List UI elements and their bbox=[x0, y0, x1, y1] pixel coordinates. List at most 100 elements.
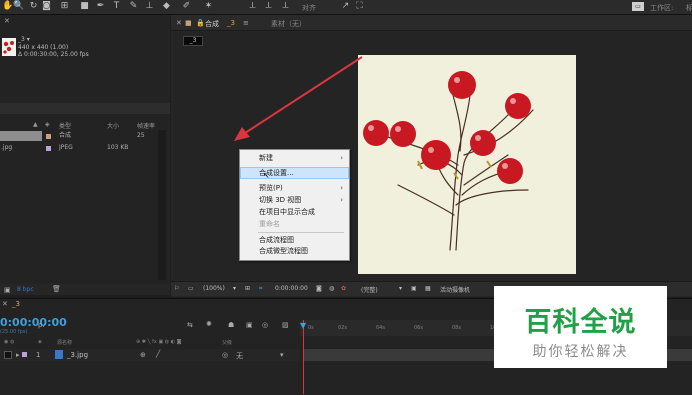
camera-tool-icon[interactable]: ◙ bbox=[42, 2, 51, 11]
timeline-tab-name[interactable]: _3 bbox=[12, 300, 20, 308]
project-row-composition[interactable]: 合成 25 ⛬ bbox=[0, 131, 170, 141]
menu-item-reveal-in-project[interactable]: 在项目中显示合成 bbox=[241, 207, 348, 217]
parent-header[interactable]: 父级 bbox=[222, 339, 232, 346]
transparency-grid-icon[interactable]: ▦ bbox=[425, 285, 431, 292]
menu-item-new[interactable]: 新建 › bbox=[241, 153, 348, 163]
label-column-icon[interactable]: ◈ bbox=[38, 339, 42, 345]
menu-item-switch-3d-view[interactable]: 切换 3D 视图 › bbox=[241, 195, 348, 205]
interpret-footage-icon[interactable]: ▣ bbox=[4, 286, 11, 294]
expand-layer-icon[interactable]: ▸ bbox=[16, 351, 20, 359]
layer-switches-icon[interactable]: ⊕ ✱ ╲ fx ▣ ◍ ◐ ◙ bbox=[136, 339, 182, 345]
camera-dropdown[interactable]: 活动摄像机 bbox=[440, 285, 470, 294]
tab-composition-name[interactable]: _3 bbox=[227, 19, 235, 27]
project-panel-close-icon[interactable]: ✕ bbox=[4, 17, 10, 25]
keyboard-icon[interactable]: ▭ bbox=[632, 2, 644, 11]
quality-switch-icon[interactable]: ╱ bbox=[156, 350, 160, 358]
menu-item-preview[interactable]: 预览(P) › bbox=[241, 183, 348, 193]
brush-tool-icon[interactable]: ✎ bbox=[129, 2, 138, 11]
draft-3d-icon[interactable]: ✺ bbox=[206, 320, 212, 328]
trash-icon[interactable]: 🗑 bbox=[52, 285, 61, 293]
tab-composition-prefix[interactable]: 合成 bbox=[205, 19, 219, 29]
lock-icon[interactable]: 🔒 bbox=[196, 19, 205, 27]
source-name-header[interactable]: 源名称 bbox=[57, 339, 72, 346]
motion-blur-icon[interactable]: ◎ bbox=[262, 321, 268, 329]
roto-brush-tool-icon[interactable]: ✐ bbox=[182, 2, 191, 11]
bpc-label[interactable]: 8 bpc bbox=[17, 286, 34, 293]
zoom-tool-icon[interactable]: 🔍 bbox=[13, 2, 24, 11]
eraser-tool-icon[interactable]: ◆ bbox=[162, 2, 171, 11]
pen-tool-icon[interactable]: ✒ bbox=[96, 2, 105, 11]
tab-menu-icon[interactable]: ≡ bbox=[243, 19, 249, 27]
channel-icon[interactable]: ✿ bbox=[341, 285, 346, 292]
shy-layers-icon[interactable]: ☗ bbox=[228, 321, 234, 329]
align-label[interactable]: 对齐 bbox=[302, 3, 316, 13]
menu-item-composition-settings[interactable]: 合成设置... ↖ bbox=[240, 167, 349, 180]
graph-editor-icon[interactable]: ▨ bbox=[282, 321, 289, 329]
view-axis-icon[interactable]: ⟂ bbox=[281, 2, 290, 11]
expand-icon[interactable]: ⛶ bbox=[355, 2, 364, 11]
parent-value[interactable]: 无 bbox=[236, 351, 243, 361]
label-swatch[interactable] bbox=[46, 134, 51, 139]
playhead-handle-icon[interactable]: ▼ bbox=[300, 321, 306, 330]
viewer-timecode[interactable]: 0:00:00:00 bbox=[275, 285, 308, 292]
clone-stamp-tool-icon[interactable]: ⊥ bbox=[145, 2, 154, 11]
menu-item-flowchart[interactable]: 合成流程图 bbox=[241, 235, 348, 245]
snap-icon[interactable]: ↗ bbox=[341, 2, 350, 11]
pickwhip-icon[interactable]: ◎ bbox=[222, 351, 228, 359]
label-tag-icon[interactable]: ◈ bbox=[45, 121, 50, 128]
project-item-thumbnail bbox=[2, 38, 16, 56]
tab-footage[interactable]: 素材（无） bbox=[271, 19, 306, 29]
project-search-input[interactable] bbox=[0, 103, 170, 114]
header-type[interactable]: 类型 bbox=[59, 121, 71, 130]
sort-arrow-icon[interactable]: ▲ bbox=[33, 121, 38, 128]
project-scrollbar[interactable] bbox=[158, 130, 166, 280]
mouse-cursor-icon: ↖ bbox=[263, 171, 270, 180]
menu-item-label: 合成流程图 bbox=[259, 236, 294, 244]
workspace-value[interactable]: 标 bbox=[686, 3, 692, 13]
comp-breadcrumb[interactable]: _3 bbox=[183, 36, 203, 46]
layer-name[interactable]: _3.jpg bbox=[67, 351, 88, 359]
row-size: 103 KB bbox=[107, 144, 129, 151]
local-axis-icon[interactable]: ⟂ bbox=[248, 2, 257, 11]
region-of-interest-icon[interactable]: ⌗ bbox=[259, 285, 262, 293]
playhead[interactable] bbox=[303, 320, 304, 394]
text-tool-icon[interactable]: T bbox=[112, 2, 121, 11]
menu-item-label: 新建 bbox=[259, 154, 273, 162]
chevron-down-icon[interactable]: ▾ bbox=[399, 285, 402, 292]
av-switches-icon[interactable]: ◉ ◍ bbox=[4, 339, 14, 345]
resolution-dropdown[interactable]: (完整) bbox=[361, 285, 378, 294]
collapse-switch-icon[interactable]: ⊕ bbox=[140, 351, 146, 359]
comp-color-icon: ■ bbox=[185, 19, 192, 27]
chevron-down-icon[interactable]: ▾ bbox=[233, 285, 236, 292]
header-size[interactable]: 大小 bbox=[107, 121, 119, 130]
timeline-close-icon[interactable]: ✕ bbox=[2, 300, 8, 308]
label-swatch[interactable] bbox=[22, 352, 27, 357]
fast-preview-icon[interactable]: ▣ bbox=[411, 285, 417, 292]
project-row-jpeg[interactable]: .jpg JPEG 103 KB bbox=[0, 143, 170, 153]
rectangle-tool-icon[interactable]: ■ bbox=[80, 2, 89, 11]
pan-behind-tool-icon[interactable]: ⊞ bbox=[60, 2, 69, 11]
tab-close-icon[interactable]: ✕ bbox=[176, 19, 182, 27]
visibility-toggle[interactable] bbox=[4, 351, 12, 359]
rotate-tool-icon[interactable]: ↻ bbox=[29, 2, 38, 11]
comp-mini-flowchart-icon[interactable]: ⇆ bbox=[187, 321, 193, 329]
frame-blending-icon[interactable]: ▣ bbox=[246, 321, 253, 329]
timeline-current-time[interactable]: 0:00:00:00 bbox=[0, 316, 67, 329]
timeline-search-input[interactable]: ρ. bbox=[38, 321, 45, 329]
monitor-icon[interactable]: ▭ bbox=[188, 285, 194, 292]
label-swatch[interactable] bbox=[46, 146, 51, 151]
chevron-down-icon[interactable]: ▾ bbox=[280, 351, 284, 359]
header-fps[interactable]: 帧速率 bbox=[137, 121, 155, 130]
zoom-dropdown[interactable]: (100%) bbox=[203, 285, 225, 292]
hand-tool-icon[interactable]: ✋ bbox=[2, 2, 13, 11]
layer-row[interactable]: ▸ 1 _3.jpg ⊕ ╱ ◎ 无 ▾ bbox=[0, 349, 300, 361]
watermark-title: 百科全说 bbox=[524, 307, 637, 338]
always-preview-icon[interactable]: ⚐ bbox=[174, 285, 179, 292]
puppet-tool-icon[interactable]: ✶ bbox=[204, 2, 213, 11]
menu-item-label: 切换 3D 视图 bbox=[259, 196, 302, 204]
world-axis-icon[interactable]: ⟂ bbox=[264, 2, 273, 11]
grid-icon[interactable]: ⊞ bbox=[245, 285, 250, 292]
menu-item-mini-flowchart[interactable]: 合成微型流程图 bbox=[241, 246, 348, 256]
snapshot-icon[interactable]: ◙ bbox=[316, 285, 322, 292]
show-snapshot-icon[interactable]: ◍ bbox=[329, 285, 334, 292]
